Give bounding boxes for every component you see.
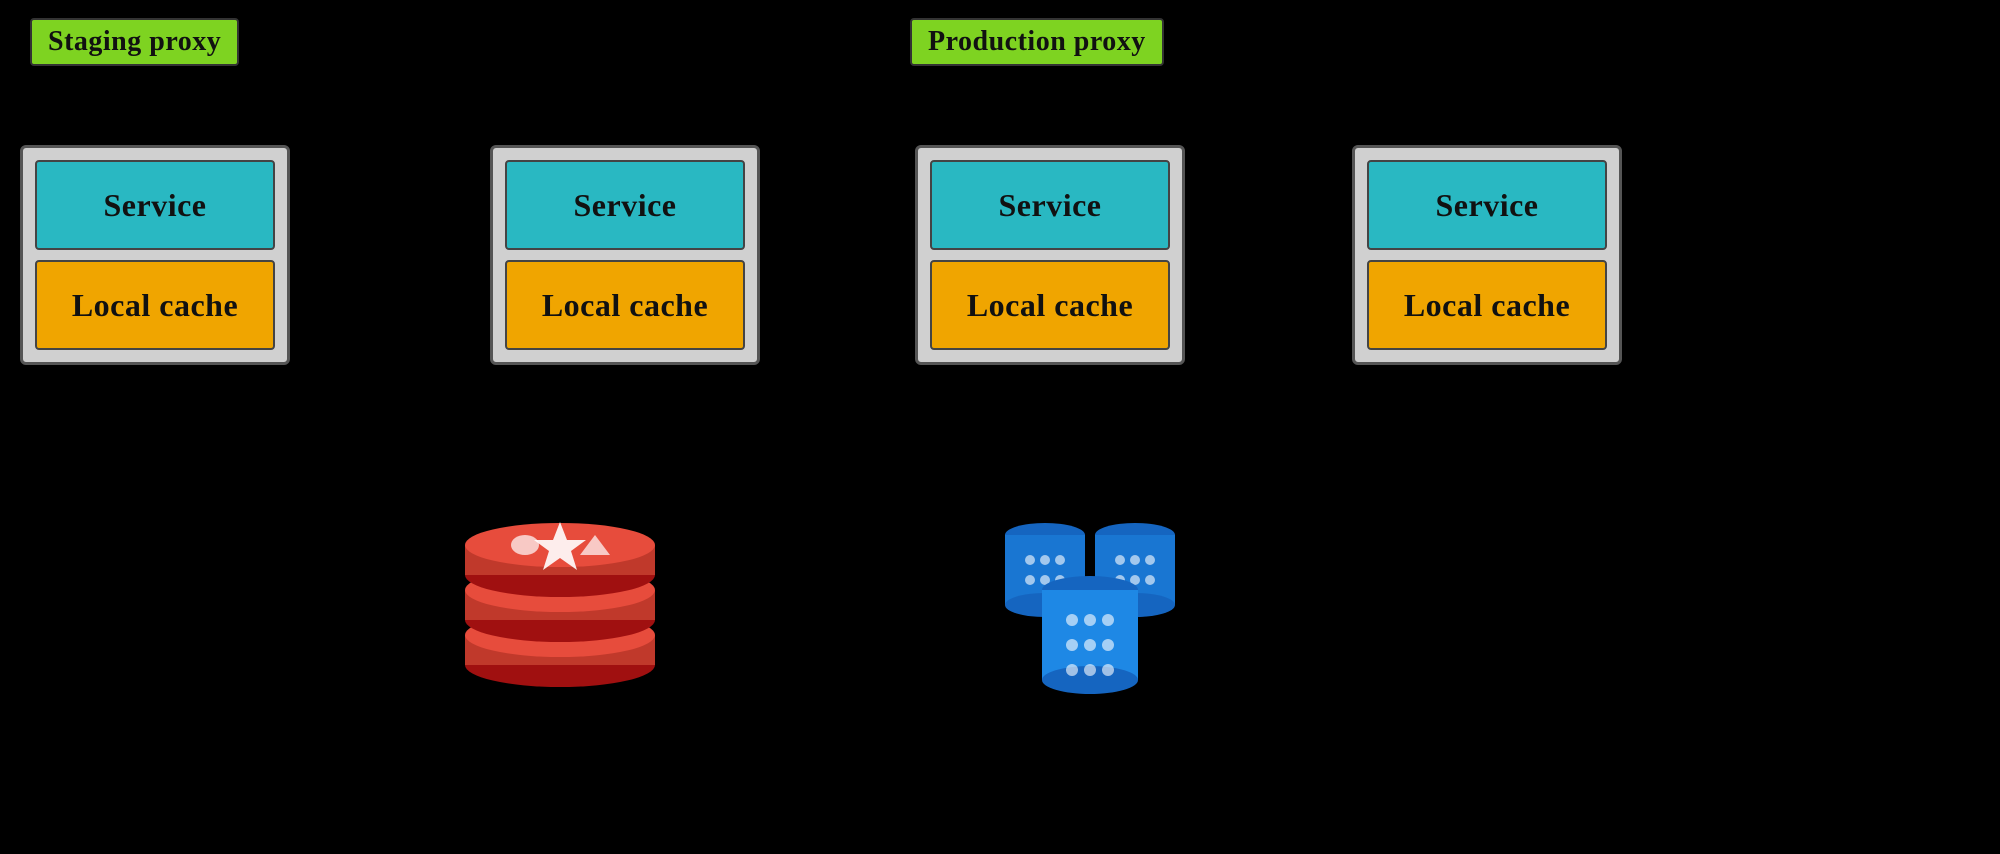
cache-label-4: Local cache xyxy=(1367,260,1607,350)
service-label-1: Service xyxy=(35,160,275,250)
service-label-3: Service xyxy=(930,160,1170,250)
service-box-2: Service Local cache xyxy=(490,145,760,365)
production-proxy-label: Production proxy xyxy=(910,18,1164,66)
cache-label-3: Local cache xyxy=(930,260,1170,350)
database-icon xyxy=(980,480,1220,700)
service-box-3: Service Local cache xyxy=(915,145,1185,365)
service-box-4: Service Local cache xyxy=(1352,145,1622,365)
staging-proxy-label: Staging proxy xyxy=(30,18,239,66)
service-box-1: Service Local cache xyxy=(20,145,290,365)
service-label-4: Service xyxy=(1367,160,1607,250)
cache-label-2: Local cache xyxy=(505,260,745,350)
cache-label-1: Local cache xyxy=(35,260,275,350)
redis-icon xyxy=(450,490,670,690)
service-label-2: Service xyxy=(505,160,745,250)
